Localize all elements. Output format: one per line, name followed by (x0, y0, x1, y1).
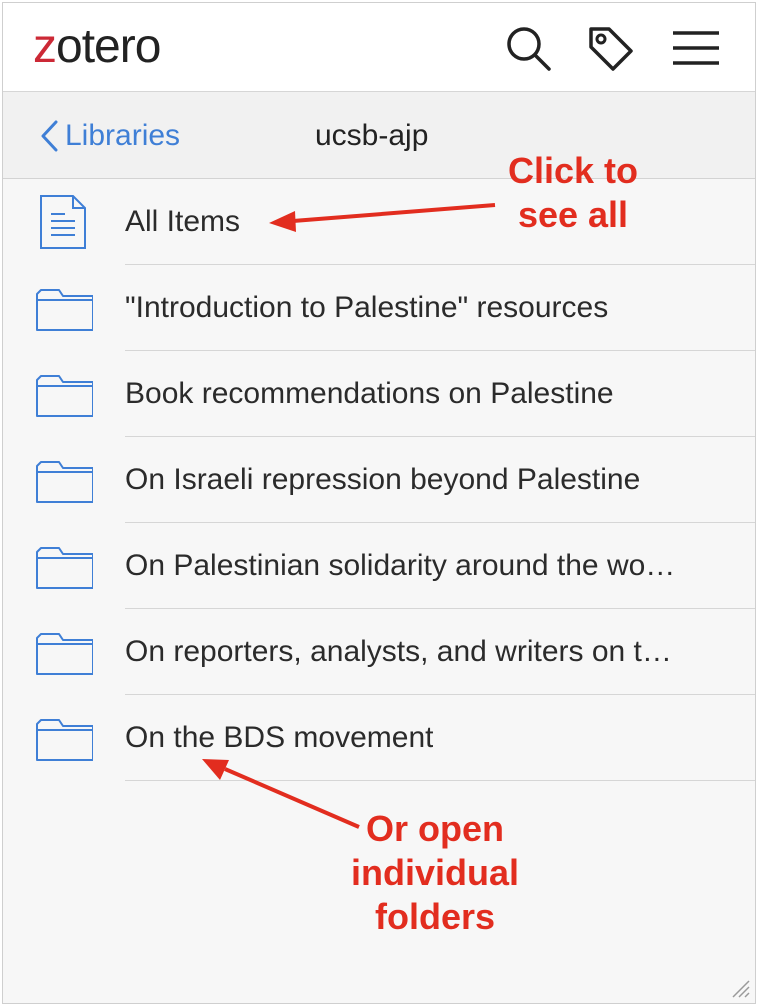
arrow-to-all-items (292, 203, 496, 223)
arrowhead-all-items (269, 211, 296, 232)
annotation-text: individual (350, 852, 519, 893)
annotation-text: Click to (507, 150, 639, 191)
annotation-click-to-see-all: Click to see all (483, 149, 663, 237)
annotation-text: see all (517, 194, 629, 235)
app-window: zotero Libraries ucsb-ajp All Items "Int… (2, 2, 756, 1004)
annotation-text: Or open (365, 808, 504, 849)
annotation-text: folders (374, 896, 496, 937)
annotation-open-folders: Or open individual folders (325, 807, 545, 939)
resize-grip-icon[interactable] (729, 977, 751, 999)
